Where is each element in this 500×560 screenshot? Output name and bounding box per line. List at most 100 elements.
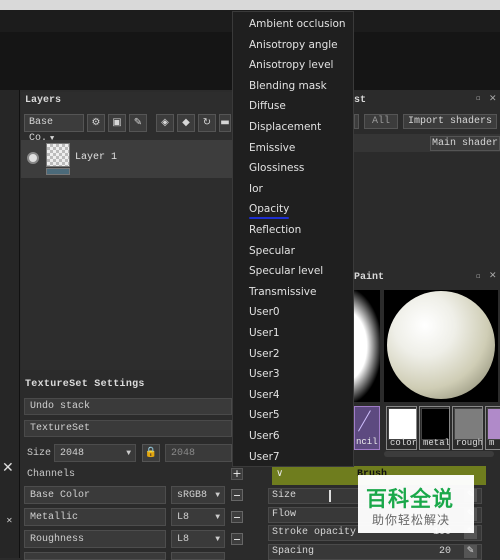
menu-item-reflection[interactable]: Reflection [249, 224, 301, 236]
channel-format-select[interactable]: L8 ▼ [171, 530, 225, 548]
viewport-close-icon[interactable]: ✕ [2, 460, 14, 476]
menu-item-user0[interactable]: User0 [249, 306, 280, 318]
channel-format-select[interactable] [171, 552, 225, 560]
stencil-thumb[interactable]: ncil [354, 406, 380, 450]
size-select[interactable]: 2048 ▼ [54, 444, 136, 462]
layer-row[interactable]: Layer 1 [21, 140, 232, 178]
menu-item-specular-level[interactable]: Specular level [249, 265, 323, 277]
size-value: 2048 [60, 448, 85, 459]
undo-stack-label: Undo stack [30, 401, 91, 412]
swatch-m[interactable]: m [485, 406, 500, 450]
channel-name: Metallic [30, 512, 79, 523]
swatch-rough[interactable]: rough [452, 406, 483, 450]
menu-item-user7[interactable]: User7 [249, 451, 280, 463]
menu-item-diffuse[interactable]: Diffuse [249, 100, 286, 112]
add-channel-button[interactable]: + [231, 468, 243, 480]
swatch-color [421, 408, 449, 440]
undo-stack-bar[interactable]: Undo stack [24, 398, 232, 415]
add-fill-layer-button[interactable]: ⚙ [87, 114, 105, 132]
visibility-icon[interactable] [27, 152, 39, 164]
channel-name-field[interactable] [24, 552, 166, 560]
swatch-metal[interactable]: metal [419, 406, 450, 450]
close-icon[interactable]: ✕ [489, 271, 497, 281]
blend-mode-select[interactable]: Base Co. ▼ [24, 114, 84, 144]
stencil-label: ncil [356, 437, 378, 447]
shelf-panel: st ▫ ✕ All Import shaders Main shader [354, 92, 500, 268]
brush-prop-label: Size [272, 490, 297, 501]
viewport-left [0, 90, 20, 558]
add-mask-button[interactable]: ◆ [177, 114, 195, 132]
add-effect-button[interactable]: ↻ [198, 114, 216, 132]
brush-prop-label: Spacing [272, 545, 315, 557]
channel-name: Roughness [30, 534, 85, 545]
swatch-color[interactable]: color [386, 406, 417, 450]
menu-item-user3[interactable]: User3 [249, 368, 280, 380]
watermark: 百科全说 助你轻松解决 [358, 475, 474, 533]
remove-channel-button[interactable] [231, 489, 243, 501]
shader-item[interactable]: Main shader [430, 136, 500, 151]
size-label: Size [27, 448, 52, 459]
layer-thumbnail-bar [46, 168, 70, 175]
textureset-bar[interactable]: TextureSet [24, 420, 232, 437]
menu-item-transmissive[interactable]: Transmissive [249, 286, 316, 298]
menu-item-opacity[interactable]: Opacity [249, 203, 289, 215]
remove-channel-button[interactable] [231, 533, 243, 545]
size-select-2[interactable]: 2048 [165, 444, 232, 462]
brush-prop-value: 20 [438, 545, 451, 557]
material-preview[interactable] [384, 290, 498, 402]
add-group-button[interactable]: ◈ [156, 114, 174, 132]
viewport-small-x-icon[interactable]: ✕ [6, 516, 13, 525]
channel-dropdown-menu: Ambient occlusion Anisotropy angle Anisotr… [232, 11, 354, 467]
menu-item-blending-mask[interactable]: Blending mask [249, 80, 327, 92]
menu-item-glossiness[interactable]: Glossiness [249, 162, 304, 174]
menu-item-anisotropy-angle[interactable]: Anisotropy angle [249, 39, 338, 51]
menu-item-user2[interactable]: User2 [249, 348, 280, 360]
menu-item-user6[interactable]: User6 [249, 430, 280, 442]
paint-title: Paint [354, 272, 385, 283]
channel-name-field[interactable]: Metallic [24, 508, 166, 526]
textureset-settings-panel: TextureSet Settings Undo stack TextureSe… [21, 374, 243, 560]
lock-icon[interactable]: 🔒 [142, 444, 160, 462]
swatch-label: rough [456, 438, 483, 448]
swatch-label: m [489, 438, 495, 448]
channel-name-field[interactable]: Roughness [24, 530, 166, 548]
menu-item-specular[interactable]: Specular [249, 245, 295, 257]
float-panel-icon[interactable]: ▫ [476, 94, 481, 102]
menu-item-user4[interactable]: User4 [249, 389, 280, 401]
menu-item-anisotropy-level[interactable]: Anisotropy level [249, 59, 333, 71]
import-shaders-label: Import shaders [407, 116, 492, 127]
menu-item-ambient-occlusion[interactable]: Ambient occlusion [249, 18, 346, 30]
edit-icon[interactable]: ✎ [464, 544, 477, 558]
menu-item-user5[interactable]: User5 [249, 409, 280, 421]
import-shaders-button[interactable]: Import shaders [403, 114, 497, 129]
folder-button[interactable]: ▬ [219, 114, 231, 132]
menu-item-user1[interactable]: User1 [249, 327, 280, 339]
channels-label: Channels [27, 469, 76, 480]
shelf-search-field[interactable] [354, 114, 359, 129]
watermark-subtitle: 助你轻松解决 [372, 513, 451, 527]
size-slider-handle[interactable] [329, 490, 331, 502]
swatch-label: color [390, 438, 417, 448]
add-paint-button[interactable]: ✎ [129, 114, 147, 132]
filter-all-label: All [371, 116, 390, 127]
menu-item-displacement[interactable]: Displacement [249, 121, 321, 133]
close-icon[interactable]: ✕ [489, 94, 497, 104]
channel-name-field[interactable]: Base Color [24, 486, 166, 504]
swatch-scrollbar[interactable] [384, 451, 494, 457]
channel-name: Base Color [30, 490, 91, 501]
remove-channel-button[interactable] [231, 511, 243, 523]
menu-item-ior[interactable]: Ior [249, 183, 263, 195]
float-panel-icon[interactable]: ▫ [476, 272, 481, 280]
menu-item-emissive[interactable]: Emissive [249, 142, 295, 154]
add-layer-button[interactable]: ▣ [108, 114, 126, 132]
channel-format-select[interactable]: L8 ▼ [171, 508, 225, 526]
brush-preview[interactable] [354, 290, 380, 402]
filter-all-button[interactable]: All [364, 114, 398, 129]
channel-format-select[interactable]: sRGB8 ▼ [171, 486, 225, 504]
highlight-underline [249, 217, 289, 219]
chevron-down-icon: ▼ [126, 449, 131, 458]
swatch-label: metal [423, 438, 450, 448]
layers-list-area [21, 178, 232, 370]
chevron-down-icon: ▼ [215, 535, 220, 544]
brush-prop-row[interactable]: Spacing 20 ✎ [268, 543, 482, 560]
